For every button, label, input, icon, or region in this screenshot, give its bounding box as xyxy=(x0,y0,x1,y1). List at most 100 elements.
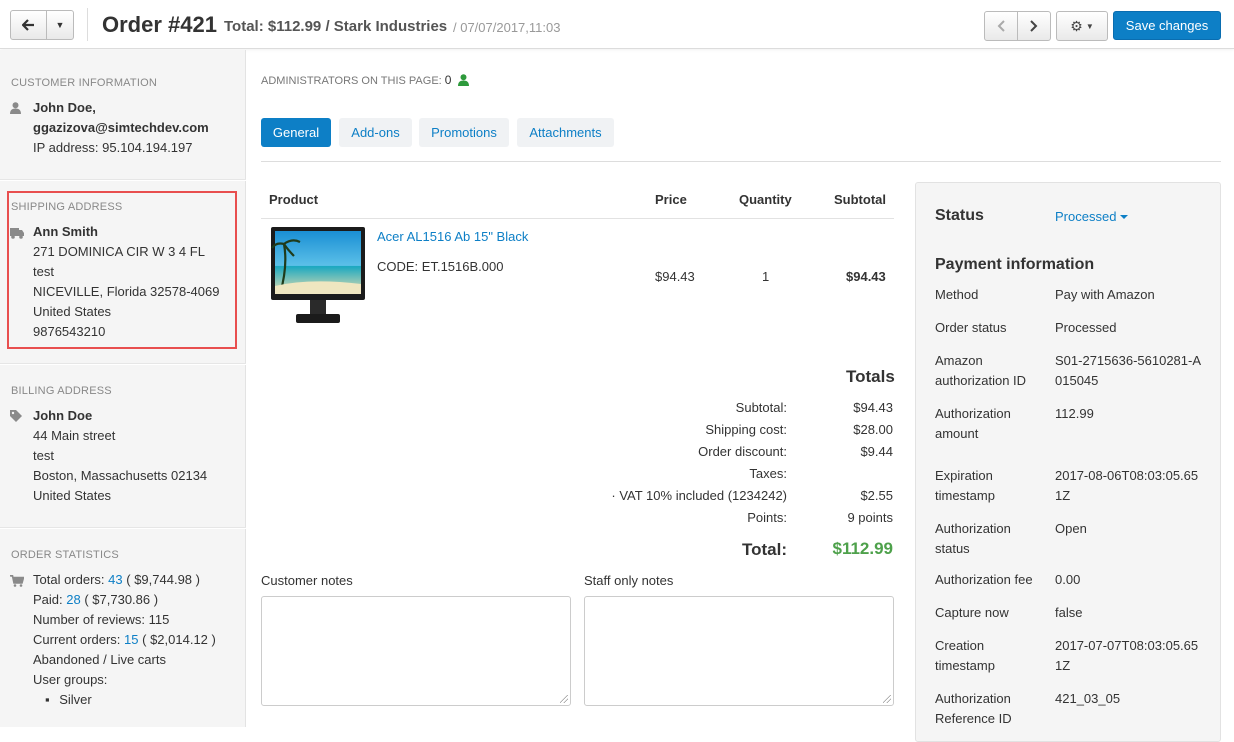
product-code: CODE: ET.1516B.000 xyxy=(377,259,504,274)
order-date: / 07/07/2017,11:03 xyxy=(453,20,561,35)
payment-label: Creation timestamp xyxy=(935,638,995,673)
next-order-button[interactable] xyxy=(1018,12,1051,40)
payment-label: Authorization fee xyxy=(935,572,1033,587)
status-value: Processed xyxy=(1055,209,1117,224)
stat-paid: Paid: 28 ( $7,730.86 ) xyxy=(33,590,158,610)
admins-label: ADMINISTRATORS ON THIS PAGE: xyxy=(261,75,442,87)
caret-down-icon xyxy=(1120,215,1129,219)
abandoned-carts-link[interactable]: Abandoned / Live carts xyxy=(33,650,166,670)
caret-down-icon: ▼ xyxy=(55,20,65,30)
payment-label: Authorization status xyxy=(935,521,1011,556)
totals-value: 9 points xyxy=(847,510,893,525)
payment-label: Authorization Reference ID xyxy=(935,691,1012,726)
stat-label: Current orders: xyxy=(33,632,121,647)
paid-orders-link[interactable]: 28 xyxy=(66,592,80,607)
payment-label: Authorization amount xyxy=(935,406,1011,441)
tag-icon xyxy=(10,410,22,425)
tab-addons[interactable]: Add-ons xyxy=(339,118,412,147)
back-button-group: ▼ xyxy=(10,10,74,40)
totals-value: $94.43 xyxy=(853,400,893,415)
product-price: $94.43 xyxy=(655,269,695,284)
payment-label: Expiration timestamp xyxy=(935,468,995,503)
payment-value: S01-2715636-5610281-A015045 xyxy=(1055,353,1202,388)
section-divider xyxy=(0,363,246,365)
user-group-name: Silver xyxy=(59,692,92,707)
customer-ip: IP address: 95.104.194.197 xyxy=(33,140,193,155)
section-divider xyxy=(0,527,246,529)
order-summary: Total: $112.99 / Stark Industries xyxy=(224,18,448,35)
payment-value: 2017-08-06T08:03:05.651Z xyxy=(1055,468,1199,503)
page-header: ▼ Order #421 Total: $112.99 / Stark Indu… xyxy=(0,0,1234,49)
staff-notes-label: Staff only notes xyxy=(584,573,674,588)
payment-label: Method xyxy=(935,287,979,302)
bullet-icon: ▪ xyxy=(45,692,50,707)
totals-label: · VAT 10% included (1234242) xyxy=(611,488,787,503)
caret-down-icon: ▼ xyxy=(1085,21,1094,31)
stat-total-orders: Total orders: 43 ( $9,744.98 ) xyxy=(33,570,200,590)
tab-general[interactable]: General xyxy=(261,118,331,147)
back-button[interactable] xyxy=(11,11,47,39)
product-name-link[interactable]: Acer AL1516 Ab 15" Black xyxy=(377,229,528,244)
column-price: Price xyxy=(655,192,687,207)
person-icon xyxy=(457,74,469,86)
billing-name: John Doe xyxy=(33,408,93,423)
payment-value: 2017-07-07T08:03:05.651Z xyxy=(1055,638,1199,673)
shipping-address-highlight xyxy=(7,191,237,349)
billing-line: 44 Main street xyxy=(33,428,116,443)
customer-name-link[interactable]: John Doe, xyxy=(33,98,96,118)
product-quantity: 1 xyxy=(762,269,770,284)
billing-address-title: Billing Address xyxy=(11,385,112,397)
customer-notes-textarea[interactable] xyxy=(261,596,571,706)
customer-email-link[interactable]: ggazizova@simtechdev.com xyxy=(33,118,209,138)
product-thumbnail[interactable] xyxy=(270,226,366,328)
settings-button[interactable]: ⚙ ▼ xyxy=(1057,12,1107,40)
status-title: Status xyxy=(935,207,984,224)
payment-value: 421_03_05 xyxy=(1055,691,1121,706)
grand-total-label: Total: xyxy=(741,540,787,559)
total-orders-link[interactable]: 43 xyxy=(108,572,122,587)
arrow-left-icon xyxy=(22,19,34,31)
payment-value: 112.99 xyxy=(1055,406,1094,421)
header-divider xyxy=(87,8,88,41)
payment-label: Amazon authorization ID xyxy=(935,353,1027,388)
staff-notes-textarea[interactable] xyxy=(584,596,894,706)
tabs-divider xyxy=(261,161,1221,162)
totals-value: $9.44 xyxy=(860,444,893,459)
resize-handle[interactable] xyxy=(560,695,568,703)
totals-label: Order discount: xyxy=(698,444,787,459)
chevron-right-icon xyxy=(1030,20,1038,32)
tab-promotions[interactable]: Promotions xyxy=(419,118,509,147)
prev-order-button[interactable] xyxy=(985,12,1018,40)
order-sidebar: Customer Information John Doe, ggazizova… xyxy=(0,50,246,727)
totals-value: $28.00 xyxy=(853,422,893,437)
status-dropdown[interactable]: Processed xyxy=(1055,209,1129,224)
stat-current-orders: Current orders: 15 ( $2,014.12 ) xyxy=(33,630,216,650)
totals-label: Taxes: xyxy=(749,466,787,481)
customer-info-title: Customer Information xyxy=(11,77,157,89)
current-orders-link[interactable]: 15 xyxy=(124,632,138,647)
user-groups-label: User groups: xyxy=(33,672,108,687)
resize-handle[interactable] xyxy=(883,695,891,703)
cart-icon xyxy=(10,575,25,590)
column-subtotal: Subtotal xyxy=(834,192,886,207)
back-menu-toggle[interactable]: ▼ xyxy=(47,11,73,39)
admins-count: 0 xyxy=(444,73,452,87)
tab-attachments[interactable]: Attachments xyxy=(517,118,614,147)
billing-line: test xyxy=(33,448,54,463)
administrators-on-page: ADMINISTRATORS ON THIS PAGE: 0 xyxy=(261,72,469,87)
payment-value: false xyxy=(1055,605,1083,620)
table-header-divider xyxy=(261,218,894,219)
stat-reviews: Number of reviews: 115 xyxy=(33,612,170,627)
payment-info-title: Payment information xyxy=(935,256,1095,273)
payment-value: Pay with Amazon xyxy=(1055,287,1155,302)
grand-total-value: $112.99 xyxy=(832,539,893,558)
order-statistics-title: Order Statistics xyxy=(11,549,119,561)
settings-dropdown[interactable]: ⚙ ▼ xyxy=(1056,11,1108,41)
totals-label: Points: xyxy=(747,510,787,525)
save-changes-button[interactable]: Save changes xyxy=(1113,11,1221,40)
stat-amount: ( $7,730.86 ) xyxy=(84,592,159,607)
product-subtotal: $94.43 xyxy=(846,269,886,284)
gear-icon: ⚙ xyxy=(1070,17,1083,34)
chevron-left-icon xyxy=(997,20,1005,32)
billing-line: United States xyxy=(33,488,112,503)
